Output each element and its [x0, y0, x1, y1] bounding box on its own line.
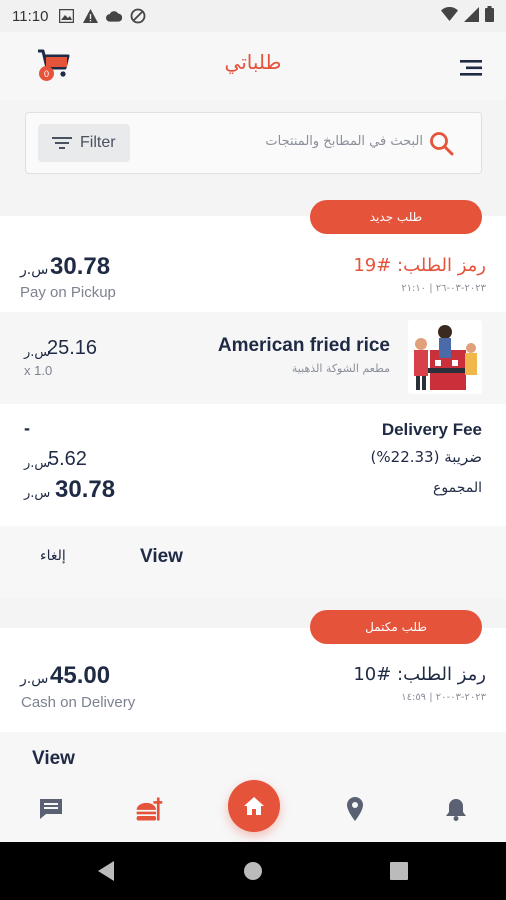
tax-value: 5.62 [48, 448, 87, 470]
item-image [408, 320, 482, 394]
app-bar: 0 طلباتي [0, 32, 506, 100]
recents-icon[interactable] [390, 862, 408, 885]
home-button[interactable] [228, 780, 280, 832]
order-card[interactable]: طلب جديد 30.78 س.ر Pay on Pickup رمز الط… [0, 200, 506, 312]
search-icon[interactable] [429, 131, 455, 157]
status-badge: طلب جديد [310, 200, 482, 234]
item-restaurant: مطعم الشوكة الذهبية [291, 362, 390, 375]
order-card[interactable]: طلب مكتمل 45.00 س.ر Cash on Delivery رمز… [0, 610, 506, 732]
search-bar: Filter البحث في المطابخ والمنتجات [25, 112, 482, 174]
bell-icon[interactable] [441, 794, 471, 824]
search-input[interactable]: البحث في المطابخ والمنتجات [265, 134, 423, 149]
order-total: 30.78 [50, 253, 111, 280]
warning-icon [82, 8, 98, 24]
page-title: طلباتي [224, 50, 282, 74]
payment-method: Cash on Delivery [21, 694, 136, 711]
item-price: 25.16 [47, 337, 98, 359]
menu-icon[interactable] [458, 58, 484, 78]
cloud-icon [106, 8, 123, 24]
status-time: 11:10 [12, 7, 49, 25]
delivery-fee-value: - [24, 418, 30, 438]
order-date: ٢٠٢٣-٠٣-٢٦ | ٢١:١٠ [401, 283, 486, 294]
filter-button[interactable]: Filter [38, 124, 130, 162]
total-label: المجموع [433, 480, 482, 496]
location-icon[interactable] [340, 794, 370, 824]
payment-method: Pay on Pickup [20, 284, 116, 301]
status-badge: طلب مكتمل [310, 610, 482, 644]
order-code: رمز الطلب: #19 [353, 255, 486, 276]
list-item[interactable]: 25.16 س.ر x 1.0 American fried rice مطعم… [0, 312, 506, 404]
food-icon[interactable] [134, 794, 164, 824]
status-bar: 11:10 [0, 0, 506, 32]
order-date: ٢٠٢٣-٠٣-٢٠ | ١٤:٥٩ [401, 692, 486, 703]
status-right [441, 6, 494, 26]
delivery-fee-label: Delivery Fee [381, 420, 482, 439]
item-qty: x 1.0 [24, 363, 53, 378]
order-currency: س.ر [20, 671, 49, 687]
view-button[interactable]: View [140, 546, 183, 568]
order-actions: View [0, 732, 506, 780]
item-name: American fried rice [217, 335, 390, 356]
total-currency: س.ر [24, 486, 51, 501]
tax-currency: س.ر [24, 456, 51, 471]
filter-label: Filter [80, 134, 116, 151]
bottom-nav [0, 780, 506, 842]
signal-icon [464, 6, 479, 26]
gallery-icon [58, 8, 74, 24]
order-code: رمز الطلب: #10 [353, 664, 486, 685]
chat-icon[interactable] [36, 794, 66, 824]
order-actions: إلغاء View [0, 526, 506, 598]
order-currency: س.ر [20, 262, 49, 278]
view-button[interactable]: View [32, 748, 75, 770]
cancel-button[interactable]: إلغاء [40, 548, 66, 564]
back-icon[interactable] [96, 860, 116, 887]
item-currency: س.ر [24, 345, 51, 360]
system-nav-bar [0, 842, 506, 900]
data-saver-icon [130, 8, 146, 24]
home-icon [244, 797, 264, 815]
home-circle-icon[interactable] [243, 861, 263, 886]
order-total: 45.00 [50, 662, 111, 689]
tax-label: ضريبة (22.33%) [370, 448, 482, 466]
battery-icon [485, 6, 494, 26]
filter-icon [52, 137, 72, 149]
wifi-icon [441, 6, 458, 25]
order-summary: - 5.62 س.ر 30.78 س.ر Delivery Fee ضريبة … [0, 404, 506, 526]
total-value: 30.78 [55, 476, 116, 503]
